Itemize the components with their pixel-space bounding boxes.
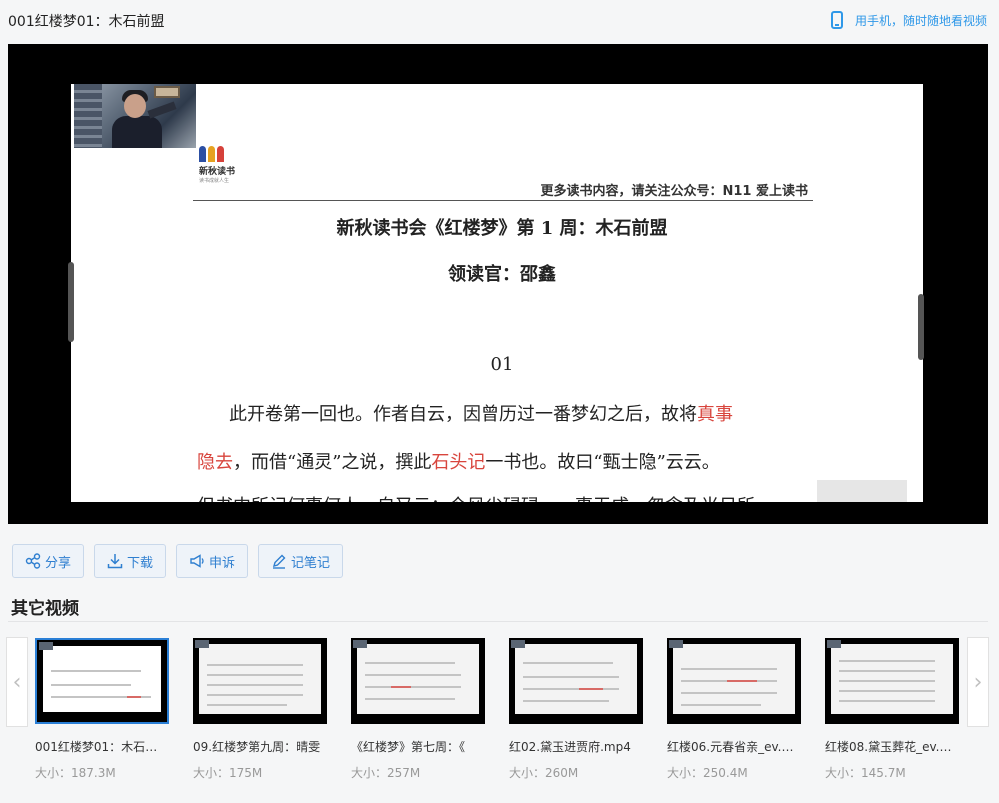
slide-text-line-1: 此开卷第一回也。作者自云，因曾历过一番梦幻之后，故将真事: [229, 404, 733, 425]
carousel-prev-button[interactable]: ‹: [6, 637, 28, 727]
video-size: 大小：250.4M: [667, 766, 748, 780]
video-title: 《红楼梦》第七周：《: [351, 740, 466, 754]
slide-text-line-3: 但书中所记何事何人，自又云：今风尘碌碌，一事无成，忽念及当日所: [197, 492, 817, 502]
share-button[interactable]: 分享: [12, 544, 85, 578]
slide-text-line-2: 隐去，而借“通灵”之说，撰此石头记一书也。故曰“甄士隐”云云。: [197, 452, 720, 473]
video-thumbnail: [35, 638, 169, 724]
video-player[interactable]: 新秋读书 读书成就人生 更多读书内容，请关注公众号：N11 爱上读书 新秋读书会…: [8, 44, 988, 524]
phone-icon: [830, 11, 843, 29]
take-note-label: 记笔记: [291, 555, 331, 571]
download-label: 下载: [127, 555, 154, 571]
brand-logo: 新秋读书 读书成就人生: [199, 146, 249, 184]
megaphone-icon: [190, 554, 204, 568]
video-thumbnail: [351, 638, 485, 724]
right-edge-handle[interactable]: [918, 294, 924, 360]
left-edge-handle[interactable]: [68, 262, 74, 342]
video-size: 大小：187.3M: [35, 766, 116, 780]
download-icon: [107, 554, 123, 569]
download-button[interactable]: 下载: [94, 544, 167, 578]
video-card[interactable]: 红楼08.黛玉葬花_ev.mp4 大小：145.7M: [825, 638, 961, 781]
video-card[interactable]: 红楼06.元春省亲_ev.mp4 大小：250.4M: [667, 638, 803, 781]
webcam-overlay: [74, 84, 196, 148]
share-label: 分享: [45, 555, 72, 571]
video-title: 红02.黛玉进贾府.mp4: [509, 740, 631, 754]
video-thumbnail: [193, 638, 327, 724]
video-size: 大小：175M: [193, 766, 263, 780]
section-divider: [8, 621, 988, 622]
header: 001红楼梦01：木石前盟 用手机，随时随地看视频: [0, 0, 999, 44]
take-note-button[interactable]: 记笔记: [258, 544, 344, 578]
action-bar: 分享 下载 申诉 记笔记: [12, 544, 353, 578]
logo-icon: [199, 146, 249, 162]
video-size: 大小：260M: [509, 766, 579, 780]
slide-divider: [193, 200, 813, 201]
video-thumbnail: [825, 638, 959, 724]
video-thumbnail: [509, 638, 643, 724]
video-thumbnail: [667, 638, 801, 724]
share-icon: [25, 553, 41, 569]
video-title: 红楼08.黛玉葬花_ev.mp4: [825, 740, 959, 754]
video-title: 09.红楼梦第九周：晴雯: [193, 740, 321, 754]
related-videos-title: 其它视频: [11, 599, 79, 619]
video-title: 红楼06.元春省亲_ev.mp4: [667, 740, 801, 754]
related-videos-list: 001红楼梦01：木石前盟 大小：187.3M 09.红楼梦第九周：晴雯 大小：…: [35, 638, 983, 781]
complain-button[interactable]: 申诉: [176, 544, 249, 578]
mobile-view-link[interactable]: 用手机，随时随地看视频: [830, 11, 987, 29]
video-title: 001红楼梦01：木石前盟: [35, 740, 169, 754]
chevron-left-icon: ‹: [12, 669, 22, 695]
logo-name: 新秋读书: [199, 167, 236, 177]
video-size: 大小：257M: [351, 766, 421, 780]
slide-subtitle: 领读官：邵鑫: [448, 264, 556, 285]
slide-notice: 更多读书内容，请关注公众号：N11 爱上读书: [540, 184, 809, 199]
pencil-icon: [273, 554, 286, 569]
slide-title: 新秋读书会《红楼梦》第 1 周：木石前盟: [336, 218, 668, 239]
video-size: 大小：145.7M: [825, 766, 906, 780]
video-card[interactable]: 红02.黛玉进贾府.mp4 大小：260M: [509, 638, 645, 781]
video-card[interactable]: 09.红楼梦第九周：晴雯 大小：175M: [193, 638, 329, 781]
video-card[interactable]: 《红楼梦》第七周：《 大小：257M: [351, 638, 487, 781]
subtitle-mask: [817, 480, 907, 502]
logo-sub: 读书成就人生: [199, 178, 230, 184]
mobile-view-label: 用手机，随时随地看视频: [854, 13, 987, 28]
section-number: 01: [490, 354, 514, 375]
video-frame: 新秋读书 读书成就人生 更多读书内容，请关注公众号：N11 爱上读书 新秋读书会…: [71, 84, 923, 502]
complain-label: 申诉: [209, 555, 236, 571]
page-title: 001红楼梦01：木石前盟: [8, 14, 165, 30]
video-card[interactable]: 001红楼梦01：木石前盟 大小：187.3M: [35, 638, 171, 781]
